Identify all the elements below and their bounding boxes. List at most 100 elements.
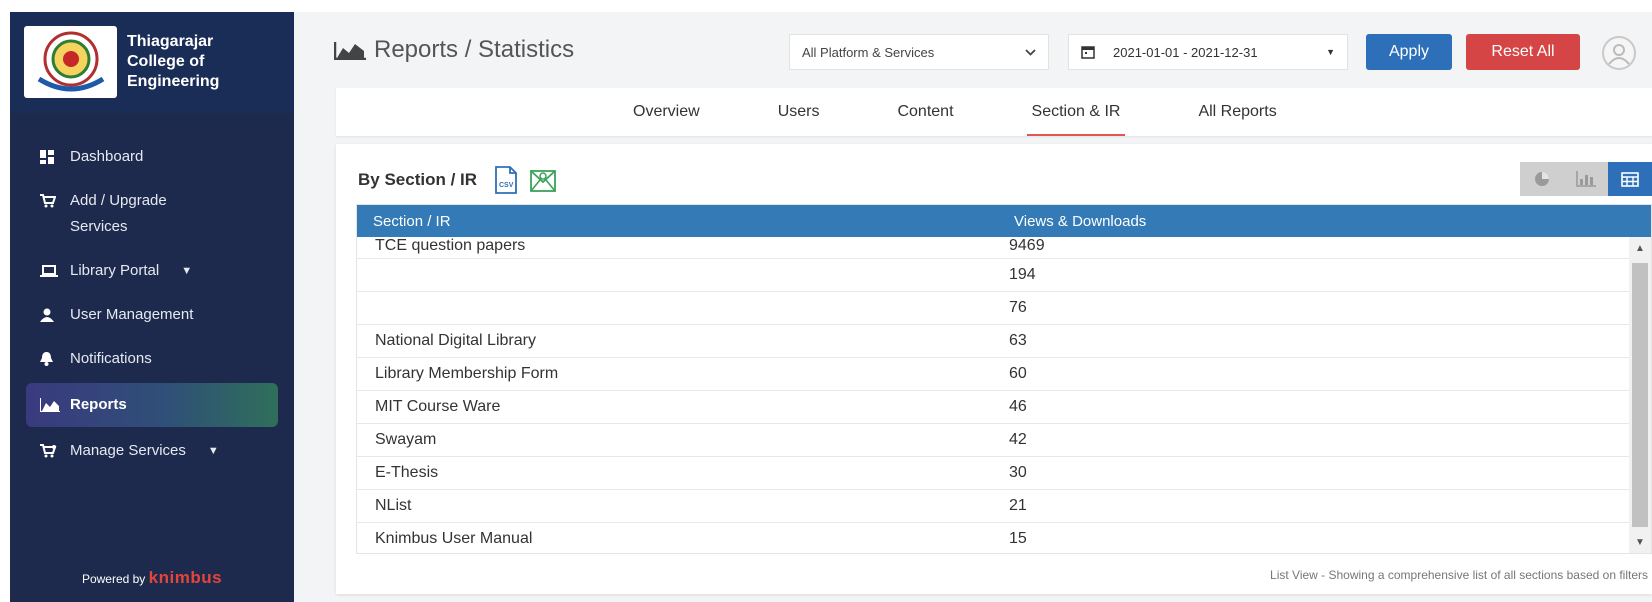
sidebar-item-dashboard[interactable]: Dashboard [10,135,294,179]
caret-down-icon: ▼ [181,265,193,277]
platform-select-value: All Platform & Services [802,44,935,60]
scroll-down-icon[interactable]: ▼ [1629,531,1651,553]
cell-section: NList [375,497,412,514]
cell-section: TCE question papers [375,237,526,254]
pie-chart-view-button[interactable] [1520,162,1564,196]
table-row[interactable]: Swayam 42 [357,424,1629,457]
table-row[interactable]: MIT Course Ware 46 [357,391,1629,424]
caret-down-icon: ▼ [1326,47,1335,57]
tab-all-reports[interactable]: All Reports [1198,88,1276,136]
area-chart-icon [40,392,70,418]
cell-views: 15 [1009,530,1027,547]
sidebar-item-label: Library Portal [70,262,160,279]
bar-chart-view-button[interactable] [1564,162,1608,196]
table-row[interactable]: Knimbus User Manual 15 [357,523,1629,553]
cell-section: National Digital Library [375,332,536,349]
user-avatar-icon [1608,44,1630,65]
svg-text:CSV: CSV [499,182,514,189]
cell-section: Library Membership Form [375,365,559,382]
college-name: Thiagarajar College of Engineering [127,33,220,90]
table-row[interactable]: TCE question papers 9469 [357,237,1629,259]
section-ir-card: By Section / IR CSV Section / IR Views & [336,144,1652,594]
table-row[interactable]: NList 21 [357,490,1629,523]
college-logo [24,26,117,98]
scroll-up-icon[interactable]: ▲ [1629,237,1651,259]
knimbus-logo: knimbus [148,568,223,587]
powered-by: Powered by knimbus [10,568,294,588]
page-title-text: Reports / Statistics [374,36,575,63]
table-row[interactable]: 76 [357,292,1629,325]
date-range-value: 2021-01-01 - 2021-12-31 [1113,44,1258,60]
cell-views: 76 [1009,299,1027,316]
list-view-footnote: List View - Showing a comprehensive list… [1270,568,1648,582]
sidebar-item-label: User Management [70,306,194,323]
apply-button[interactable]: Apply [1366,34,1452,70]
table-header: Section / IR Views & Downloads [357,205,1651,237]
dashboard-icon [40,144,70,170]
cell-section: MIT Course Ware [375,398,501,415]
scrollbar-thumb[interactable] [1632,263,1648,527]
sidebar: Thiagarajar College of Engineering Dashb… [10,12,294,602]
tab-overview[interactable]: Overview [633,88,700,136]
column-header-section[interactable]: Section / IR [357,213,1014,230]
cart-settings-icon [40,438,70,464]
cell-section: E-Thesis [375,464,439,481]
table-row[interactable]: 194 [357,259,1629,292]
cell-views: 9469 [1009,237,1045,254]
page-title: Reports / Statistics [334,36,574,64]
sidebar-item-label: Notifications [70,350,152,367]
sidebar-item-user-management[interactable]: User Management [10,293,294,337]
cell-views: 63 [1009,332,1027,349]
sidebar-nav: Dashboard Add / Upgrade Services Library… [10,135,294,473]
cell-views: 60 [1009,365,1027,382]
view-toggle [1520,162,1652,196]
column-header-views[interactable]: Views & Downloads [1014,213,1651,230]
cell-section: Knimbus User Manual [375,530,533,547]
cell-section: Swayam [375,431,437,448]
sidebar-item-add-upgrade-services[interactable]: Add / Upgrade Services [10,179,294,249]
tab-content[interactable]: Content [897,88,953,136]
cell-views: 21 [1009,497,1027,514]
tab-users[interactable]: Users [778,88,820,136]
sidebar-item-notifications[interactable]: Notifications [10,337,294,381]
main-content: Reports / Statistics All Platform & Serv… [294,12,1652,602]
area-chart-icon [334,40,374,60]
table-scrollbar[interactable]: ▲ ▼ [1629,237,1651,553]
top-bar: Reports / Statistics All Platform & Serv… [294,12,1652,82]
card-title: By Section / IR CSV [358,166,557,194]
card-title-text: By Section / IR [358,170,478,189]
table-row[interactable]: E-Thesis 30 [357,457,1629,490]
laptop-icon [40,258,70,284]
calendar-icon [1081,45,1095,59]
cell-views: 42 [1009,431,1027,448]
sidebar-brand: Thiagarajar College of Engineering [10,12,294,113]
tab-section-ir[interactable]: Section & IR [1026,88,1126,136]
cell-views: 46 [1009,398,1027,415]
email-export-icon[interactable] [529,166,557,194]
sidebar-item-label: Add / Upgrade Services [70,192,167,235]
bell-icon [40,346,70,372]
table-view-button[interactable] [1608,162,1652,196]
section-ir-table: Section / IR Views & Downloads TCE quest… [356,204,1652,554]
sidebar-item-label: Reports [70,396,127,413]
powered-by-text: Powered by [81,572,146,586]
report-tabs: Overview Users Content Section & IR All … [336,88,1652,136]
cell-views: 194 [1009,266,1036,283]
pie-chart-icon [1535,172,1549,186]
sidebar-item-label: Dashboard [70,148,144,165]
table-row[interactable]: Library Membership Form 60 [357,358,1629,391]
table-icon [1621,171,1639,187]
table-row[interactable]: National Digital Library 63 [357,325,1629,358]
sidebar-item-library-portal[interactable]: Library Portal ▼ [10,249,294,293]
sidebar-item-manage-services[interactable]: Manage Services ▼ [10,429,294,473]
avatar[interactable] [1602,36,1636,70]
csv-export-icon[interactable]: CSV [493,166,519,194]
user-icon [40,302,70,328]
cell-views: 30 [1009,464,1027,481]
platform-select[interactable]: All Platform & Services [789,34,1049,70]
chevron-down-icon [1025,48,1036,56]
date-range-picker[interactable]: 2021-01-01 - 2021-12-31 ▼ [1068,34,1348,70]
reset-all-button[interactable]: Reset All [1466,34,1580,70]
sidebar-item-label: Manage Services [70,442,186,459]
sidebar-item-reports[interactable]: Reports [26,383,278,427]
